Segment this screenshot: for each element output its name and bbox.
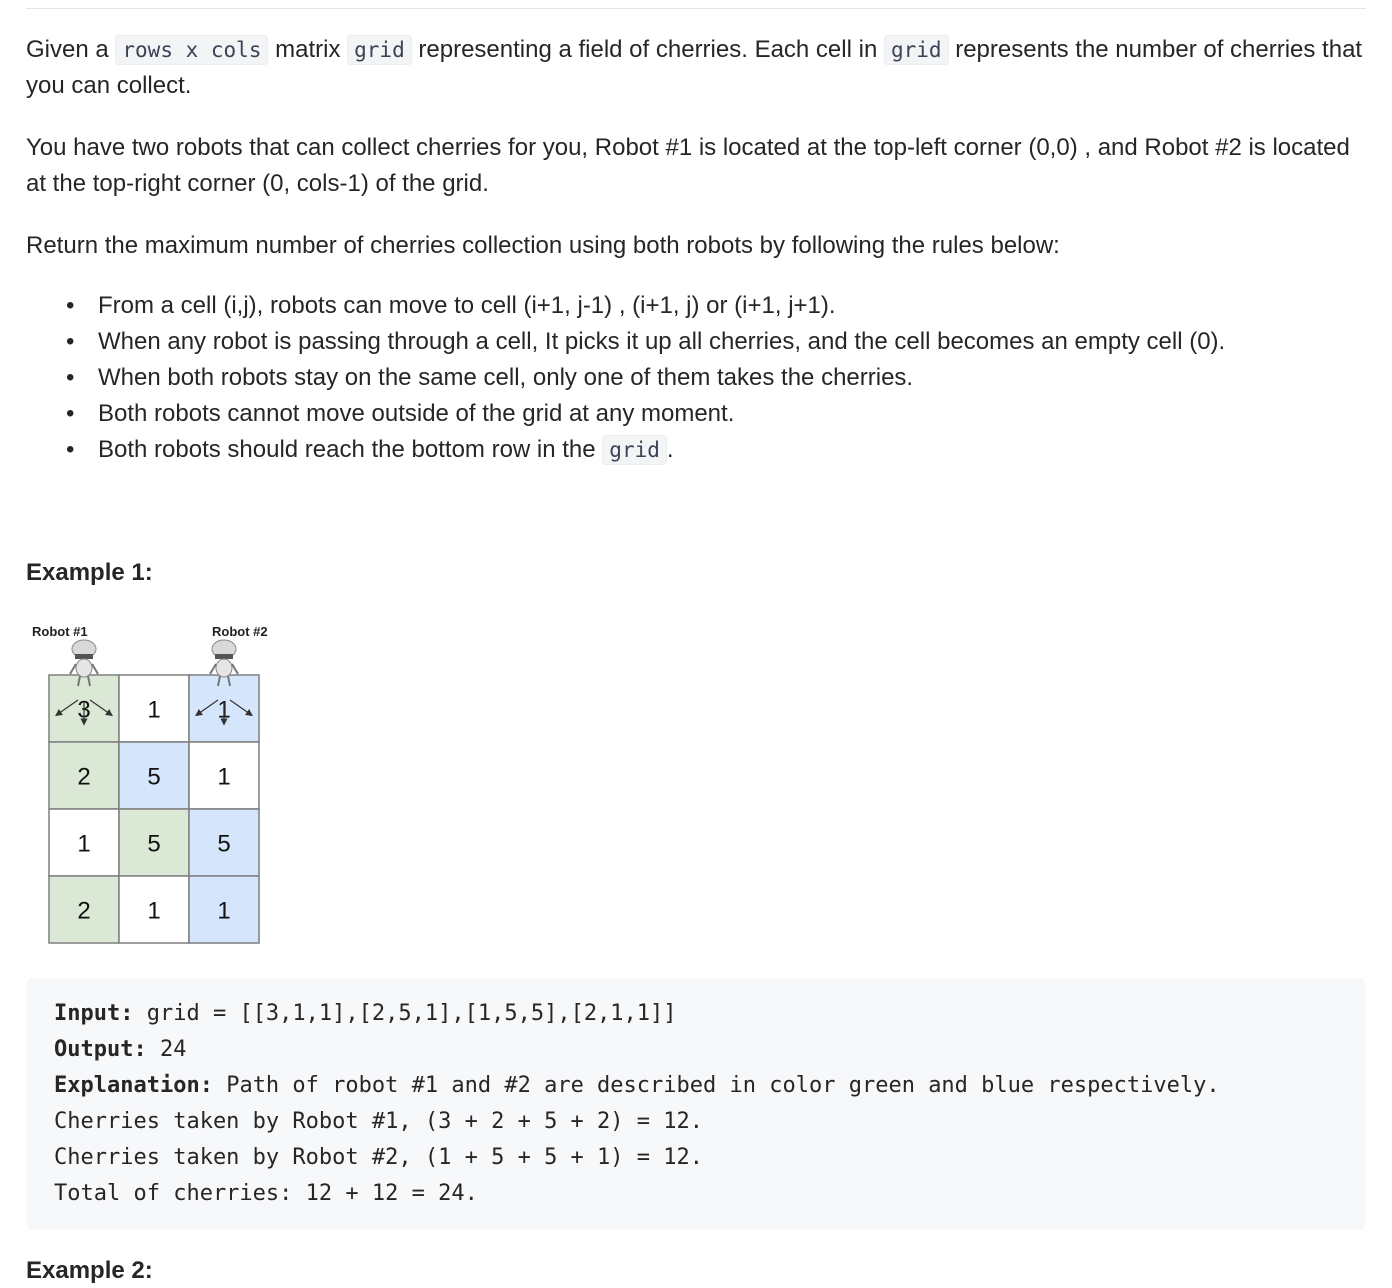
example-1-title: Example 1: (26, 559, 153, 586)
output-label: Output: (54, 1037, 147, 1062)
text: Given a (26, 36, 116, 63)
inline-code-rows-cols: rows x cols (115, 35, 269, 65)
rule-text: Both robots cannot move outside of the g… (98, 400, 735, 427)
description-paragraph-2: You have two robots that can collect che… (26, 134, 1350, 197)
bullet: • (66, 436, 75, 463)
rule-text: Both robots should reach the bottom row … (98, 436, 603, 463)
top-divider (26, 8, 1366, 9)
robot-part (91, 663, 99, 675)
grid-cell-value: 2 (77, 764, 90, 791)
robot-part (231, 663, 239, 675)
list-item: • When any robot is passing through a cel… (66, 324, 1366, 360)
list-item: • From a cell (i,j), robots can move to c… (66, 288, 1366, 324)
input-label: Input: (54, 1001, 134, 1026)
grid-cell-value: 1 (147, 898, 160, 925)
description-paragraph-1: Given a rows x cols matrix grid represen… (26, 32, 1366, 104)
robot-part (75, 658, 93, 678)
explanation-label: Explanation: (54, 1073, 213, 1098)
example-1-figure: Robot #1 Robot #2 311251155211 (26, 618, 286, 948)
grid-cell-value: 2 (77, 898, 90, 925)
explanation-value: Path of robot #1 and #2 are described in… (212, 1073, 1220, 1098)
bullet: • (66, 364, 75, 391)
robot-1-label: Robot #1 (32, 624, 88, 639)
rule-text: . (666, 436, 674, 463)
grid-cell-value: 1 (217, 764, 230, 791)
robot-part (69, 663, 77, 675)
grid-cell-value: 5 (217, 831, 230, 858)
list-item: • When both robots stay on the same cell,… (66, 360, 1366, 396)
grid-cell-value: 1 (147, 697, 160, 724)
cherry-grid: 3 1 12 5 11 5 52 1 1 (48, 674, 260, 944)
example-2-title: Example 2: (26, 1257, 153, 1284)
list-item: • Both robots should reach the bottom row… (66, 432, 1366, 468)
robot-part (209, 663, 217, 675)
bullet: • (66, 292, 75, 319)
text: representing a field of cherries. Each c… (411, 36, 884, 63)
rules-list: • From a cell (i,j), robots can move to c… (26, 288, 1366, 468)
rule-text: When both robots stay on the same cell, … (98, 364, 914, 391)
grid-cell-value: 1 (77, 831, 90, 858)
output-value: 24 (146, 1037, 187, 1062)
bullet: • (66, 328, 75, 355)
description-paragraph-3: Return the maximum number of cherries co… (26, 232, 1060, 259)
robot-2-label: Robot #2 (212, 624, 268, 639)
grid-figure: Robot #1 Robot #2 3 1 12 5 11 5 52 1 1 (32, 624, 268, 944)
rule-text: When any robot is passing through a cell… (98, 328, 1226, 355)
robot-part (215, 658, 233, 678)
example-1-code-block: Input: grid = [[3,1,1],[2,5,1],[1,5,5],[… (26, 978, 1366, 1230)
explanation-line: Total of cherries: 12 + 12 = 24. (54, 1181, 478, 1206)
robot-part (75, 654, 93, 659)
explanation-line: Cherries taken by Robot #2, (1 + 5 + 5 +… (54, 1145, 704, 1170)
inline-code-grid: grid (347, 35, 412, 65)
text: matrix (268, 36, 348, 63)
problem-description: Given a rows x cols matrix grid represen… (26, 32, 1366, 468)
inline-code-grid: grid (883, 35, 949, 65)
bullet: • (66, 400, 75, 427)
example-1-pre: Input: grid = [[3,1,1],[2,5,1],[1,5,5],[… (26, 978, 1366, 1230)
grid-cell-value: 5 (147, 831, 160, 858)
robot-part (215, 654, 233, 659)
inline-code-grid: grid (602, 435, 667, 465)
explanation-line: Cherries taken by Robot #1, (3 + 2 + 5 +… (54, 1109, 704, 1134)
rule-text: From a cell (i,j), robots can move to ce… (98, 292, 836, 319)
input-value: grid = [[3,1,1],[2,5,1],[1,5,5],[2,1,1]] (133, 1001, 677, 1026)
list-item: • Both robots cannot move outside of the … (66, 396, 1366, 432)
grid-cell-value: 1 (217, 898, 230, 925)
grid-cell-value: 5 (147, 764, 160, 791)
